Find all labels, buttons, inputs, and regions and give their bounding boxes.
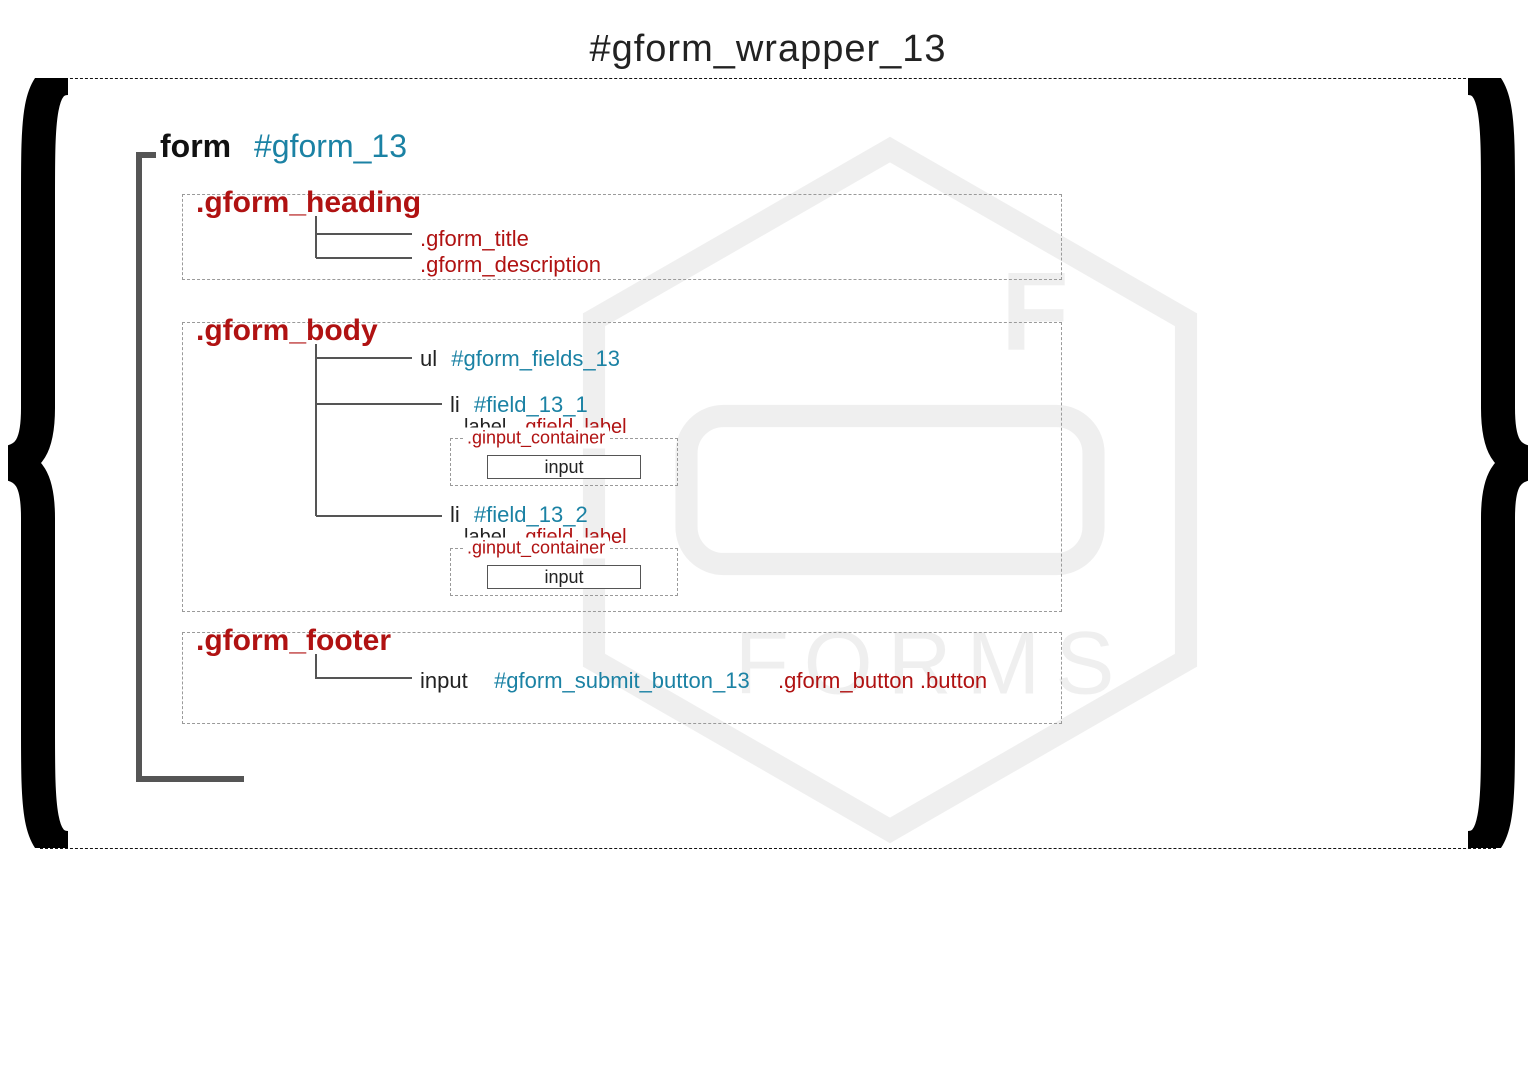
right-curly-brace-icon bbox=[1458, 78, 1528, 848]
li1-input-leaf: input bbox=[487, 455, 641, 479]
footer-class-label: .gform_footer bbox=[196, 624, 391, 658]
heading-class-label: .gform_heading bbox=[196, 186, 421, 220]
ul-node: ul #gform_fields_13 bbox=[420, 346, 630, 372]
li1-ginput-container: .ginput_container input bbox=[450, 438, 678, 486]
li2-input-leaf: input bbox=[487, 565, 641, 589]
li2-ginput-container: .ginput_container input bbox=[450, 548, 678, 596]
left-curly-brace-icon bbox=[8, 78, 78, 848]
wrapper-id-title: #gform_wrapper_13 bbox=[0, 28, 1536, 71]
li-node-2: li #field_13_2 bbox=[450, 502, 598, 528]
heading-description-leaf: .gform_description bbox=[420, 252, 611, 278]
heading-title-leaf: .gform_title bbox=[420, 226, 539, 252]
diagram-stage: F FORMS #gform_wrapper_13 form #gform_13… bbox=[0, 0, 1536, 1086]
form-id-selector: #gform_13 bbox=[254, 128, 407, 164]
body-class-label: .gform_body bbox=[196, 314, 378, 348]
wrapper-box-bottom bbox=[40, 848, 1496, 849]
li-node-1: li #field_13_1 bbox=[450, 392, 598, 418]
footer-input-leaf: input #gform_submit_button_13 .gform_but… bbox=[420, 668, 997, 694]
